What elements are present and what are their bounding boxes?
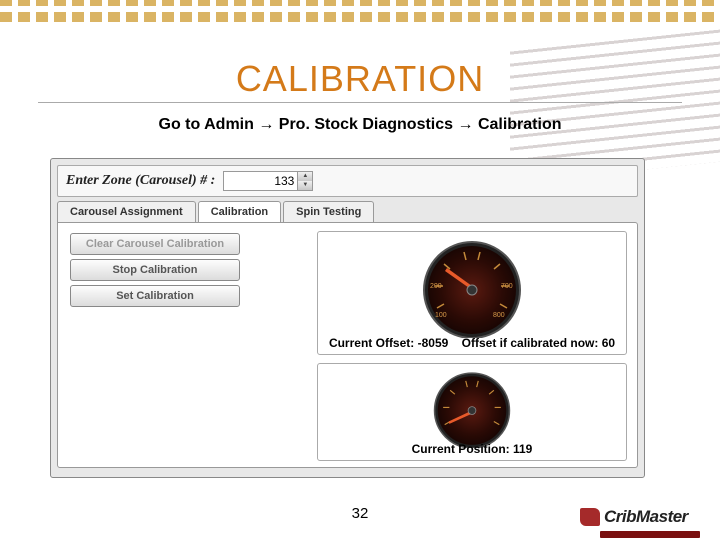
offset-if-calibrated-value: 60: [602, 336, 615, 350]
stop-calibration-button[interactable]: Stop Calibration: [70, 259, 240, 281]
brand-tagline-bar: [600, 531, 700, 538]
tab-spin-testing[interactable]: Spin Testing: [283, 201, 374, 222]
set-calibration-button[interactable]: Set Calibration: [70, 285, 240, 307]
offset-caption: Current Offset: -8059 Offset if calibrat…: [318, 336, 626, 350]
tab-body: Clear Carousel Calibration Stop Calibrat…: [57, 222, 638, 468]
current-offset-value: -8059: [418, 336, 449, 350]
decorative-dots: [0, 0, 720, 22]
tick-label: 200: [430, 283, 442, 290]
zone-spinner[interactable]: ▲ ▼: [297, 172, 312, 190]
calibration-buttons: Clear Carousel Calibration Stop Calibrat…: [70, 233, 240, 307]
offset-gauge: 100 800 200 700: [417, 238, 527, 338]
spinner-down-icon[interactable]: ▼: [297, 181, 312, 190]
spinner-up-icon[interactable]: ▲: [297, 172, 312, 181]
current-position-label: Current Position:: [412, 442, 510, 456]
title-underline: [38, 102, 682, 103]
clear-carousel-calibration-button[interactable]: Clear Carousel Calibration: [70, 233, 240, 255]
position-panel: Current Position: 119: [317, 363, 627, 461]
offset-if-calibrated-label: Offset if calibrated now:: [462, 336, 599, 350]
position-gauge: [427, 370, 517, 448]
breadcrumb: Go to Admin → Pro. Stock Diagnostics → C…: [0, 116, 720, 134]
app-window: Enter Zone (Carousel) # : ▲ ▼ Carousel A…: [50, 158, 645, 478]
cribmaster-icon: [580, 508, 600, 526]
tabs: Carousel Assignment Calibration Spin Tes…: [57, 201, 638, 222]
tick-label: 100: [435, 312, 447, 319]
tab-calibration[interactable]: Calibration: [198, 201, 281, 222]
tick-label: 700: [501, 283, 513, 290]
position-caption: Current Position: 119: [318, 442, 626, 456]
slide-title: CALIBRATION: [0, 58, 720, 100]
brand-logo: CribMaster: [580, 504, 700, 530]
offset-panel: 100 800 200 700 Current Offset: -8059 Of…: [317, 231, 627, 355]
zone-input-wrap: ▲ ▼: [223, 171, 313, 191]
zone-label: Enter Zone (Carousel) # :: [66, 173, 215, 189]
brand-text: CribMaster: [604, 507, 688, 527]
tick-label: 800: [493, 312, 505, 319]
zone-row: Enter Zone (Carousel) # : ▲ ▼: [57, 165, 638, 197]
tab-carousel-assignment[interactable]: Carousel Assignment: [57, 201, 196, 222]
current-position-value: 119: [513, 442, 532, 456]
current-offset-label: Current Offset:: [329, 336, 414, 350]
